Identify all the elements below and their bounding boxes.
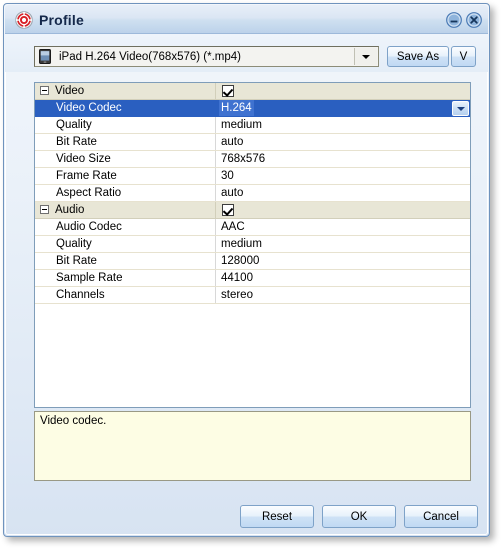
- property-name-cell: Video Codec: [56, 102, 122, 114]
- property-name-cell: Quality: [56, 238, 92, 250]
- table-group-value-cell: [215, 202, 470, 218]
- property-value-cell[interactable]: auto: [215, 134, 470, 150]
- close-icon[interactable]: [466, 12, 482, 28]
- table-row[interactable]: Frame Rate 30: [35, 168, 470, 185]
- chevron-down-icon[interactable]: [354, 48, 377, 65]
- collapse-minus-icon[interactable]: [40, 205, 49, 215]
- property-value-cell[interactable]: 768x576: [215, 151, 470, 167]
- table-group-label: Video: [55, 84, 85, 97]
- property-value-cell[interactable]: H.264: [215, 100, 470, 116]
- profile-settings-table[interactable]: Video Video Codec H.264 Quality medium Bit Ra…: [34, 82, 471, 408]
- title-bar: Profile: [5, 5, 488, 34]
- table-row[interactable]: Channels stereo: [35, 287, 470, 304]
- property-name-cell: Audio Codec: [56, 221, 122, 233]
- save-as-dropdown-button[interactable]: V: [451, 46, 476, 67]
- property-name-cell: Channels: [56, 289, 105, 301]
- minimize-icon[interactable]: [446, 12, 462, 28]
- page-title: Profile: [39, 12, 84, 28]
- property-name-cell: Quality: [56, 119, 92, 131]
- value-dropdown-button[interactable]: [452, 101, 469, 116]
- property-name-cell: Frame Rate: [56, 170, 117, 182]
- property-name-cell: Bit Rate: [56, 136, 97, 148]
- gear-target-icon: [15, 11, 33, 29]
- table-row[interactable]: Aspect Ratio auto: [35, 185, 470, 202]
- ok-button[interactable]: OK: [322, 505, 396, 528]
- table-group-name-cell: Audio: [35, 204, 215, 216]
- property-value-cell[interactable]: 128000: [215, 253, 470, 269]
- property-value-cell[interactable]: 30: [215, 168, 470, 184]
- collapse-minus-icon[interactable]: [40, 86, 49, 96]
- property-value-cell[interactable]: auto: [215, 185, 470, 201]
- table-group-row[interactable]: Audio: [35, 202, 470, 219]
- property-value-text: H.264: [219, 100, 254, 116]
- table-group-label: Audio: [55, 203, 85, 216]
- table-row[interactable]: Video Size 768x576: [35, 151, 470, 168]
- property-value-cell[interactable]: AAC: [215, 219, 470, 235]
- table-row[interactable]: Bit Rate 128000: [35, 253, 470, 270]
- hint-panel: Video codec.: [34, 411, 471, 481]
- table-row[interactable]: Quality medium: [35, 236, 470, 253]
- reset-button[interactable]: Reset: [240, 505, 314, 528]
- cancel-button[interactable]: Cancel: [404, 505, 478, 528]
- checkbox-checked-icon[interactable]: [222, 85, 234, 97]
- property-name-cell: Video Size: [56, 153, 111, 165]
- property-value-cell[interactable]: 44100: [215, 270, 470, 286]
- table-group-row[interactable]: Video: [35, 83, 470, 100]
- table-row[interactable]: Sample Rate 44100: [35, 270, 470, 287]
- table-row[interactable]: Video Codec H.264: [35, 100, 470, 117]
- profile-select-value: iPad H.264 Video(768x576) (*.mp4): [59, 50, 241, 63]
- table-group-value-cell: [215, 83, 470, 99]
- save-as-button[interactable]: Save As: [387, 46, 449, 67]
- profile-toolbar: iPad H.264 Video(768x576) (*.mp4) Save A…: [5, 34, 488, 72]
- property-value-cell[interactable]: stereo: [215, 287, 470, 303]
- checkbox-checked-icon[interactable]: [222, 204, 234, 216]
- device-icon: [38, 49, 52, 64]
- table-row[interactable]: Audio Codec AAC: [35, 219, 470, 236]
- property-name-cell: Sample Rate: [56, 272, 123, 284]
- property-value-cell[interactable]: medium: [215, 236, 470, 252]
- profile-dialog-window: Profile iPad H.264 Video(768x576) (*.mp4…: [3, 3, 490, 537]
- table-row[interactable]: Quality medium: [35, 117, 470, 134]
- profile-select[interactable]: iPad H.264 Video(768x576) (*.mp4): [34, 46, 379, 67]
- property-name-cell: Aspect Ratio: [56, 187, 122, 199]
- property-name-cell: Bit Rate: [56, 255, 97, 267]
- table-row[interactable]: Bit Rate auto: [35, 134, 470, 151]
- property-value-cell[interactable]: medium: [215, 117, 470, 133]
- table-group-name-cell: Video: [35, 85, 215, 97]
